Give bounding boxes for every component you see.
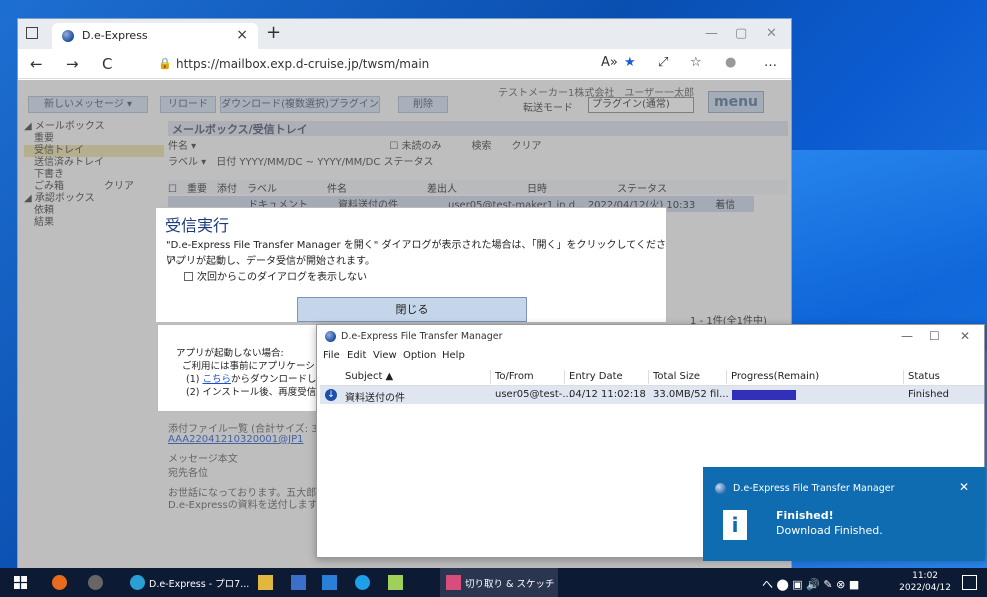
toast-app-name: D.e-Express File Transfer Manager	[733, 483, 895, 494]
ie-icon[interactable]	[355, 575, 370, 590]
tm-close-button[interactable]: ✕	[960, 329, 970, 343]
vscode-icon[interactable]	[322, 575, 337, 590]
more-menu-icon[interactable]: …	[764, 55, 777, 70]
tm-title: D.e-Express File Transfer Manager	[341, 331, 503, 342]
menu-help[interactable]: Help	[442, 350, 465, 361]
favorites-icon[interactable]: ☆	[690, 55, 702, 70]
receive-dialog: 受信実行 "D.e-Express File Transfer Manager …	[155, 207, 667, 323]
maximize-button[interactable]: ▢	[735, 26, 747, 41]
tm-minimize-button[interactable]: —	[901, 329, 913, 343]
address-bar: ← → C 🔒 https://mailbox.exp.d-cruise.jp/…	[18, 49, 791, 79]
col-total-size[interactable]: Total Size	[653, 371, 700, 382]
tm-titlebar: D.e-Express File Transfer Manager — ☐ ✕	[317, 325, 984, 349]
dialog-title: 受信実行	[165, 216, 230, 235]
help-title: アプリが起動しない場合:	[176, 348, 284, 359]
row-subject: 資料送付の件	[345, 393, 405, 404]
favicon-icon	[62, 30, 74, 42]
toast-title: Finished!	[776, 509, 834, 522]
url-field[interactable]: https://mailbox.exp.d-cruise.jp/twsm/mai…	[176, 57, 429, 71]
back-button[interactable]: ←	[30, 55, 43, 73]
new-tab-button[interactable]: +	[266, 22, 281, 43]
table-row[interactable]: ↓ 資料送付の件 user05@test-... 04/12 11:02:18 …	[320, 386, 984, 404]
toast-close-icon[interactable]: ✕	[959, 480, 969, 494]
profile-avatar[interactable]: ●	[725, 55, 736, 70]
start-icon[interactable]	[14, 576, 27, 589]
tm-menubar: File Edit View Option Help	[317, 349, 984, 365]
clock[interactable]: 11:02 2022/04/12	[899, 570, 951, 594]
tm-maximize-button[interactable]: ☐	[929, 329, 940, 343]
forward-button[interactable]: →	[66, 55, 79, 73]
tab-bar: D.e-Express × + — ▢ ✕	[18, 19, 791, 49]
menu-option[interactable]: Option	[403, 350, 436, 361]
app-icon	[325, 331, 336, 342]
col-progress[interactable]: Progress(Remain)	[731, 371, 819, 382]
close-button[interactable]: 閉じる	[297, 297, 527, 322]
read-aloud-icon[interactable]: A»	[601, 55, 618, 70]
reload-button[interactable]: C	[102, 55, 112, 73]
download-arrow-icon: ↓	[325, 389, 337, 401]
row-to-from: user05@test-...	[495, 389, 572, 400]
snip-sketch-icon[interactable]	[446, 575, 461, 590]
clock-time: 11:02	[912, 571, 939, 581]
menu-edit[interactable]: Edit	[347, 350, 366, 361]
app-icon[interactable]	[388, 575, 403, 590]
col-to-from[interactable]: To/From	[495, 371, 534, 382]
desktop-background	[780, 150, 987, 350]
chrome-icon[interactable]	[52, 575, 67, 590]
help-line-3: (2) インストール後、再度受信操作	[186, 387, 336, 398]
tab-de-express[interactable]: D.e-Express ×	[52, 23, 258, 49]
lock-icon: 🔒	[158, 57, 172, 70]
minimize-button[interactable]: —	[705, 26, 718, 41]
window-menu-icon[interactable]	[26, 27, 38, 39]
app-icon[interactable]	[291, 575, 306, 590]
app-icon[interactable]	[88, 575, 103, 590]
tab-close-icon[interactable]: ×	[236, 27, 248, 43]
edge-taskbar-label[interactable]: D.e-Express - プロ7...	[149, 576, 249, 590]
table-header: Subject ▲ To/From Entry Date Total Size …	[320, 368, 984, 386]
clock-date: 2022/04/12	[899, 583, 951, 593]
menu-file[interactable]: File	[323, 350, 340, 361]
row-status: Finished	[908, 389, 949, 400]
close-window-button[interactable]: ✕	[766, 26, 777, 41]
info-icon: i	[723, 510, 747, 540]
toast-message: Download Finished.	[776, 524, 883, 537]
menu-view[interactable]: View	[373, 350, 397, 361]
system-tray-icons[interactable]: へ ⬤ ▣ 🔊 ✎ ⊗ ■	[762, 576, 859, 592]
tab-title: D.e-Express	[82, 29, 148, 42]
notification-toast[interactable]: D.e-Express File Transfer Manager ✕ i Fi…	[703, 467, 985, 561]
help-panel: アプリが起動しない場合: ご利用には事前にアプリケーション (1) こちらからダ…	[157, 324, 345, 412]
checkbox-box[interactable]	[184, 272, 193, 281]
dialog-line-2: アプリが起動し、データ受信が開始されます。	[166, 256, 375, 267]
folder-icon[interactable]	[258, 575, 273, 590]
app-icon	[715, 483, 726, 494]
dont-show-checkbox[interactable]: 次回からこのダイアログを表示しない	[184, 268, 367, 283]
transfer-table: Subject ▲ To/From Entry Date Total Size …	[320, 368, 984, 404]
edge-icon[interactable]	[130, 575, 145, 590]
split-screen-icon[interactable]: ⤢	[658, 55, 668, 70]
notification-center-icon[interactable]	[962, 575, 977, 590]
snip-taskbar-label[interactable]: 切り取り & スケッチ	[465, 576, 554, 590]
taskbar: D.e-Express - プロ7... 切り取り & スケッチ へ ⬤ ▣ 🔊…	[0, 568, 987, 597]
checkbox-label: 次回からこのダイアログを表示しない	[197, 272, 367, 283]
help-line-1: ご利用には事前にアプリケーション	[182, 361, 334, 372]
col-status[interactable]: Status	[908, 371, 940, 382]
row-total-size: 33.0MB/52 fil...	[653, 389, 729, 400]
favorite-star-icon[interactable]: ★	[624, 55, 636, 70]
row-entry-date: 04/12 11:02:18	[569, 389, 646, 400]
progress-bar	[732, 390, 796, 400]
col-entry-date[interactable]: Entry Date	[569, 371, 623, 382]
col-subject[interactable]: Subject ▲	[345, 371, 393, 382]
